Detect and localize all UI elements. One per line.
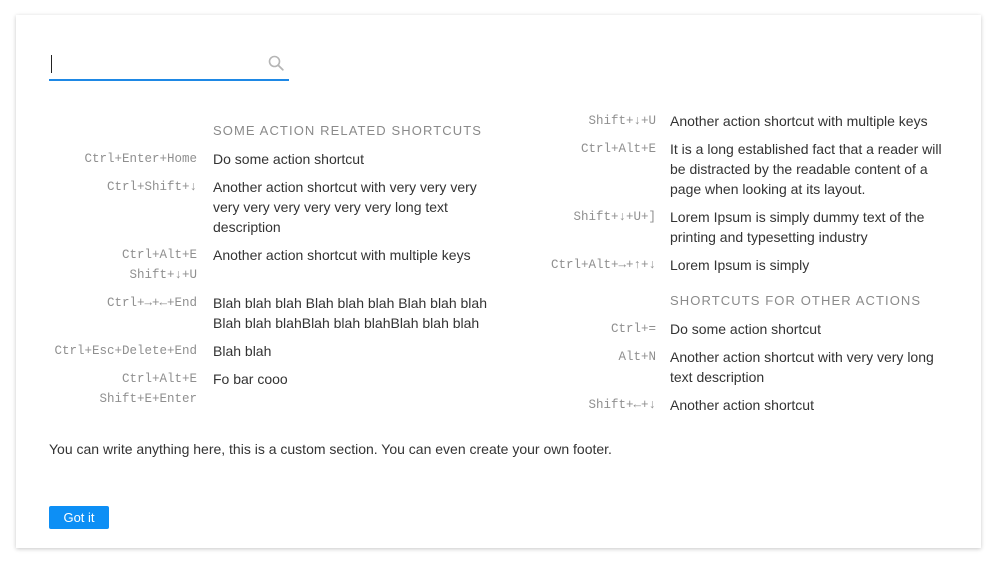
right-shortcut-column: Shift+↓+U Another action shortcut with mu… <box>486 111 956 423</box>
shortcut-keys: Ctrl+Alt+E Shift+↓+U <box>16 245 197 285</box>
section-title: SHORTCUTS FOR OTHER ACTIONS <box>670 293 922 308</box>
shortcut-description: Another action shortcut with multiple ke… <box>213 247 471 263</box>
key-combo: Ctrl+Alt+E <box>121 372 197 386</box>
shortcut-description: Another action shortcut with very very l… <box>670 349 934 385</box>
shortcut-row: Ctrl+Alt+E Shift+↓+U Another action shortc… <box>16 245 496 285</box>
shortcut-row: Ctrl+= Do some action shortcut <box>486 319 956 339</box>
shortcut-description: It is a long established fact that a rea… <box>670 141 942 197</box>
shortcut-description: Lorem Ipsum is simply dummy text of the … <box>670 209 925 245</box>
shortcut-keys: Ctrl+Alt+E <box>486 139 656 159</box>
search-box[interactable] <box>49 49 289 81</box>
shortcut-description: Do some action shortcut <box>213 151 364 167</box>
shortcut-list: Shift+↓+U Another action shortcut with mu… <box>486 111 956 275</box>
key-combo: Ctrl+Alt+E <box>121 248 197 262</box>
key-combo: Ctrl+Shift+↓ <box>106 180 197 194</box>
shortcut-description: Lorem Ipsum is simply <box>670 257 810 273</box>
key-combo: Shift+↓+U <box>588 114 656 128</box>
section-title: SOME ACTION RELATED SHORTCUTS <box>213 123 483 138</box>
shortcuts-dialog: SOME ACTION RELATED SHORTCUTS Ctrl+Enter… <box>16 15 981 548</box>
shortcut-list: Ctrl+Enter+Home Do some action shortcut Ct… <box>16 149 496 409</box>
shortcut-keys: Ctrl+Enter+Home <box>16 149 197 169</box>
key-combo: Shift+←+↓ <box>588 398 656 412</box>
key-combo: Shift+↓+U <box>129 268 197 282</box>
shortcut-list: Ctrl+= Do some action shortcut Alt+N Anothe… <box>486 319 956 415</box>
got-it-button[interactable]: Got it <box>49 506 109 529</box>
shortcut-row: Shift+←+↓ Another action shortcut <box>486 395 956 415</box>
key-combo: Alt+N <box>618 350 656 364</box>
key-combo: Ctrl+Esc+Delete+End <box>54 344 197 358</box>
shortcut-description: Fo bar cooo <box>213 371 288 387</box>
key-combo: Shift+E+Enter <box>99 392 197 406</box>
footer-text: You can write anything here, this is a c… <box>49 441 612 457</box>
key-combo: Ctrl+Alt+E <box>580 142 656 156</box>
shortcut-description: Another action shortcut with multiple ke… <box>670 113 928 129</box>
shortcut-row: Ctrl+Enter+Home Do some action shortcut <box>16 149 496 169</box>
shortcut-row: Ctrl+Alt+E It is a long established fact … <box>486 139 956 199</box>
key-combo: Ctrl+Enter+Home <box>84 152 197 166</box>
shortcut-keys: Ctrl+Esc+Delete+End <box>16 341 197 361</box>
shortcut-keys: Ctrl+Alt+→+↑+↓ <box>486 255 656 275</box>
shortcut-keys: Shift+↓+U+] <box>486 207 656 227</box>
shortcut-keys: Ctrl+Shift+↓ <box>16 177 197 197</box>
text-caret <box>51 55 52 73</box>
shortcut-row: Ctrl+Alt+E Shift+E+Enter Fo bar cooo <box>16 369 496 409</box>
shortcut-row: Ctrl+Alt+→+↑+↓ Lorem Ipsum is simply <box>486 255 956 275</box>
shortcut-description: Blah blah blah Blah blah blah Blah blah … <box>213 295 487 331</box>
shortcut-description: Another action shortcut with very very v… <box>213 179 477 235</box>
shortcut-row: Shift+↓+U+] Lorem Ipsum is simply dummy t… <box>486 207 956 247</box>
shortcut-row: Ctrl+Shift+↓ Another action shortcut with… <box>16 177 496 237</box>
shortcut-row: Alt+N Another action shortcut with very v… <box>486 347 956 387</box>
key-combo: Shift+↓+U+] <box>573 210 656 224</box>
shortcut-description: Another action shortcut <box>670 397 814 413</box>
shortcut-keys: Shift+←+↓ <box>486 395 656 415</box>
shortcut-keys: Ctrl+→+←+End <box>16 293 197 313</box>
shortcut-row: Shift+↓+U Another action shortcut with mu… <box>486 111 956 131</box>
shortcut-description: Do some action shortcut <box>670 321 821 337</box>
shortcut-description: Blah blah <box>213 343 272 359</box>
search-input[interactable] <box>49 49 259 77</box>
shortcut-keys: Ctrl+Alt+E Shift+E+Enter <box>16 369 197 409</box>
key-combo: Ctrl+→+←+End <box>106 296 197 310</box>
shortcut-row: Ctrl+→+←+End Blah blah blah Blah blah bla… <box>16 293 496 333</box>
shortcut-keys: Ctrl+= <box>486 319 656 339</box>
key-combo: Ctrl+Alt+→+↑+↓ <box>550 258 656 272</box>
key-combo: Ctrl+= <box>610 322 656 336</box>
left-shortcut-column: SOME ACTION RELATED SHORTCUTS Ctrl+Enter… <box>16 121 496 417</box>
shortcut-keys: Alt+N <box>486 347 656 367</box>
shortcut-row: Ctrl+Esc+Delete+End Blah blah <box>16 341 496 361</box>
shortcut-keys: Shift+↓+U <box>486 111 656 131</box>
search-icon[interactable] <box>268 55 284 71</box>
